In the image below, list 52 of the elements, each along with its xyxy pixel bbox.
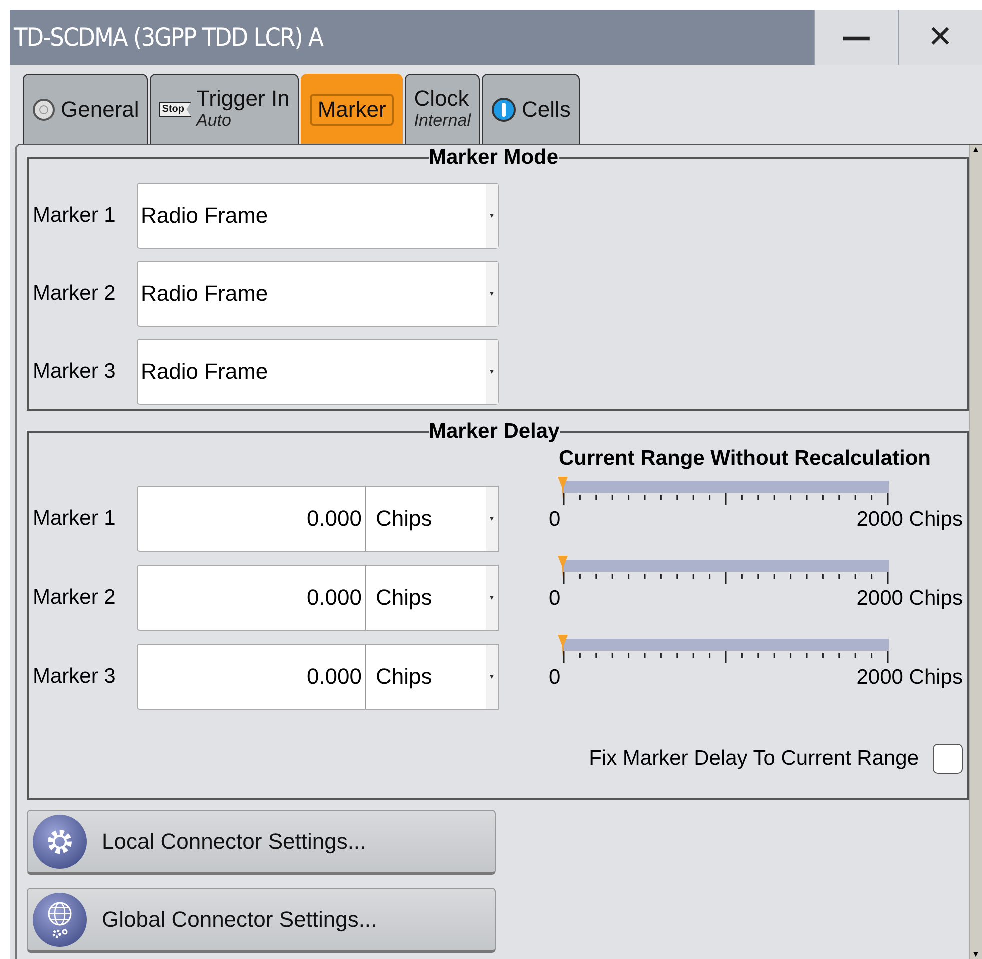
- indicator-on-icon: [490, 96, 517, 122]
- scale-min-label: 0: [549, 587, 561, 611]
- value-field[interactable]: 0.000: [137, 486, 366, 552]
- caret-icon: [490, 517, 494, 521]
- range-title: Current Range Without Recalculation: [559, 447, 932, 471]
- caret-icon: [490, 596, 494, 600]
- field-label: Marker 2: [33, 586, 117, 610]
- close-button[interactable]: ✕: [898, 10, 982, 65]
- slider-thumb[interactable]: [558, 477, 568, 499]
- field-label: Marker 3: [33, 665, 117, 689]
- dropdown[interactable]: Radio Frame: [137, 261, 499, 327]
- scrollbar[interactable]: ▲ ▼: [969, 145, 982, 959]
- unit-dropdown[interactable]: Chips: [366, 565, 499, 631]
- tab[interactable]: Marker: [300, 74, 404, 144]
- scale-max-label: 2000 Chips: [856, 587, 963, 611]
- unit-dropdown[interactable]: Chips: [366, 486, 499, 552]
- tab[interactable]: General: [23, 74, 148, 144]
- field-label: Marker 1: [33, 507, 117, 531]
- scroll-up-arrow[interactable]: ▲: [972, 145, 980, 154]
- slider-thumb[interactable]: [558, 556, 568, 578]
- gear-icon: [32, 814, 88, 870]
- indicator-off-icon: [32, 98, 56, 122]
- caret-icon: [490, 370, 494, 374]
- dropdown[interactable]: Radio Frame: [137, 339, 499, 405]
- unit-dropdown[interactable]: Chips: [366, 644, 499, 710]
- scale-max-label: 2000 Chips: [856, 666, 963, 690]
- tab[interactable]: Stop Trigger In Auto: [150, 74, 299, 144]
- scale-min-label: 0: [549, 508, 561, 532]
- stop-icon: Stop: [159, 102, 192, 117]
- window-title: TD-SCDMA (3GPP TDD LCR) A: [13, 23, 324, 52]
- checkbox-label: Fix Marker Delay To Current Range: [589, 747, 919, 771]
- caret-icon: [490, 214, 494, 218]
- scale-min-label: 0: [549, 666, 561, 690]
- checkbox[interactable]: [933, 744, 963, 774]
- caret-icon: [490, 292, 494, 296]
- value-field[interactable]: 0.000: [137, 565, 366, 631]
- tab[interactable]: Clock Internal: [405, 74, 480, 144]
- value-field[interactable]: 0.000: [137, 644, 366, 710]
- dropdown[interactable]: Radio Frame: [137, 183, 499, 249]
- group-title: Marker Delay: [429, 421, 560, 443]
- globe-gear-icon: [32, 892, 88, 948]
- field-label: Marker 3: [33, 360, 117, 384]
- scale-max-label: 2000 Chips: [856, 508, 963, 532]
- field-label: Marker 2: [33, 282, 117, 306]
- settings-button[interactable]: Local Connector Settings...: [27, 810, 496, 875]
- settings-button[interactable]: Global Connector Settings...: [27, 888, 496, 953]
- caret-icon: [490, 675, 494, 679]
- slider-thumb[interactable]: [558, 635, 568, 657]
- scroll-down-arrow[interactable]: ▼: [972, 950, 980, 959]
- field-label: Marker 1: [33, 204, 117, 228]
- tab[interactable]: Cells: [482, 74, 580, 144]
- minimize-button[interactable]: —: [814, 10, 898, 65]
